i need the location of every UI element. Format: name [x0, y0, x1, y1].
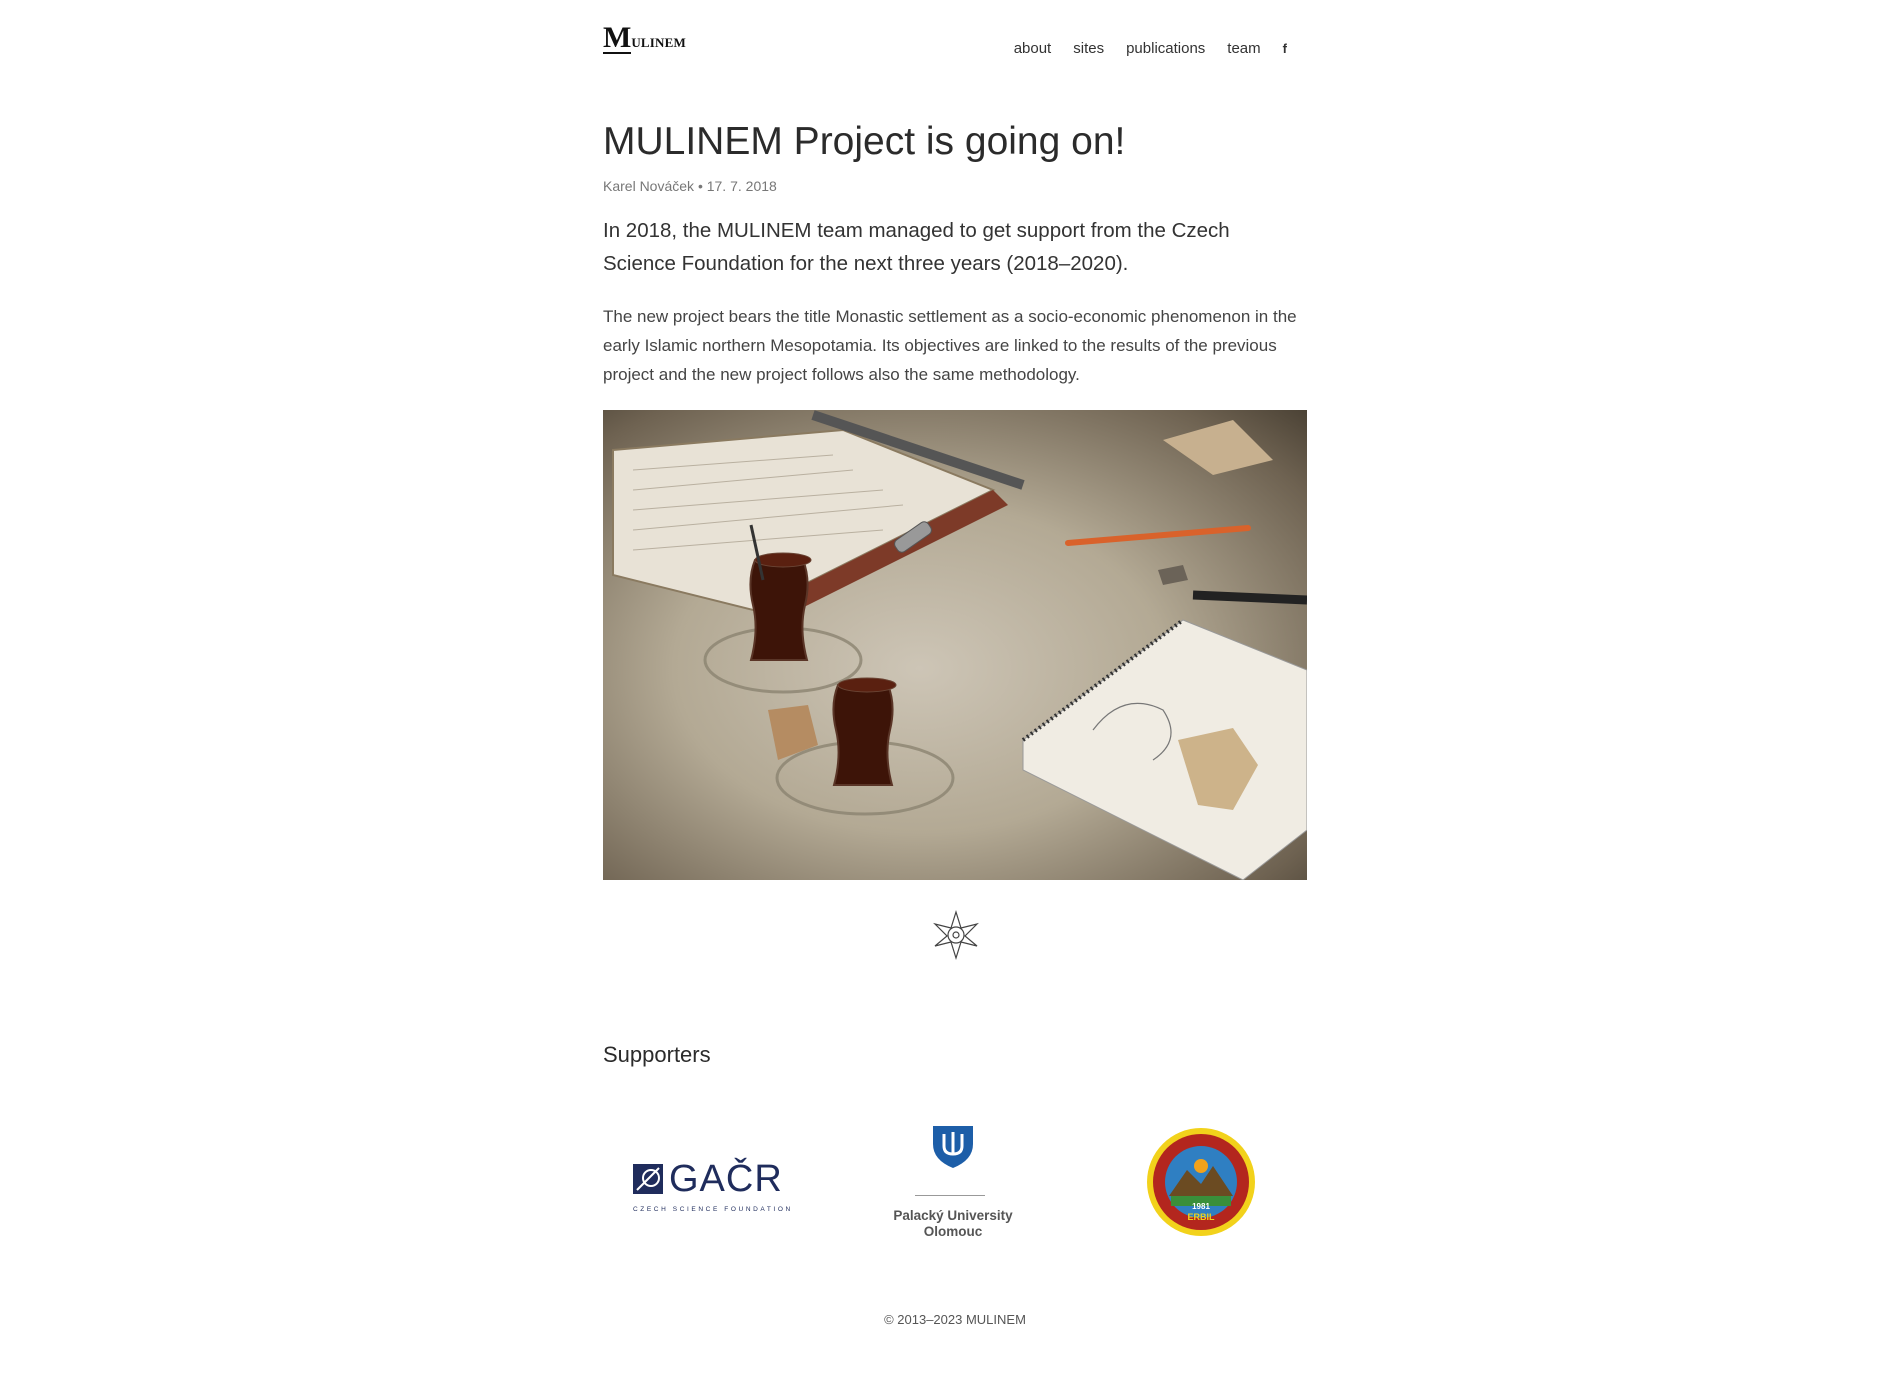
salahaddin-university-logo[interactable]: ERBIL 1981 [1145, 1126, 1257, 1238]
salahaddin-seal-icon: ERBIL 1981 [1147, 1128, 1255, 1236]
salahaddin-seal-text: ERBIL [1188, 1212, 1216, 1222]
facebook-icon[interactable]: f [1283, 41, 1287, 56]
upol-name-line2: Olomouc [923, 1224, 983, 1239]
supporters-logos: GAČR CZECH SCIENCE FOUNDATION Palacký Un… [603, 1120, 1307, 1250]
main-nav: about sites publications team f [1014, 40, 1287, 57]
gacr-emblem-icon [633, 1164, 663, 1194]
supporters-heading: Supporters [603, 1042, 711, 1067]
article-date: 17. 7. 2018 [706, 178, 777, 194]
article-meta: Karel Nováček • 17. 7. 2018 [603, 178, 777, 194]
salahaddin-seal-year: 1981 [1192, 1202, 1210, 1211]
upol-shield-icon [933, 1126, 973, 1168]
article-title: MULINEM Project is going on! [603, 120, 1126, 163]
photo-illustration [612, 410, 1307, 880]
page: MULINEM about sites publications team f … [0, 0, 1903, 1375]
upol-name-line1: Palacký University [893, 1208, 1013, 1223]
article-author: Karel Nováček [603, 178, 695, 194]
logo-initial: M [603, 21, 632, 54]
gacr-wordmark: GAČR [669, 1158, 783, 1200]
palacky-university-logo[interactable]: Palacký University Olomouc [888, 1124, 1018, 1244]
upol-divider [915, 1195, 985, 1196]
site-logo[interactable]: MULINEM [603, 23, 686, 53]
ornament-star-icon [933, 910, 979, 960]
nav-sites[interactable]: sites [1073, 40, 1104, 57]
article-photo [603, 410, 1307, 880]
gacr-subtitle: CZECH SCIENCE FOUNDATION [633, 1206, 793, 1213]
upol-name: Palacký University Olomouc [888, 1208, 1018, 1240]
article-body: The new project bears the title Monastic… [603, 307, 1297, 384]
logo-rest: ULINEM [631, 35, 686, 50]
logo-underline [603, 52, 631, 54]
article-lead: In 2018, the MULINEM team managed to get… [603, 219, 1230, 275]
nav-publications[interactable]: publications [1126, 40, 1205, 57]
gacr-logo[interactable]: GAČR CZECH SCIENCE FOUNDATION [633, 1158, 790, 1213]
footer-copyright: © 2013–2023 MULINEM [884, 1312, 1026, 1327]
nav-about[interactable]: about [1014, 40, 1052, 57]
meta-separator: • [697, 178, 703, 194]
nav-team[interactable]: team [1227, 40, 1260, 57]
